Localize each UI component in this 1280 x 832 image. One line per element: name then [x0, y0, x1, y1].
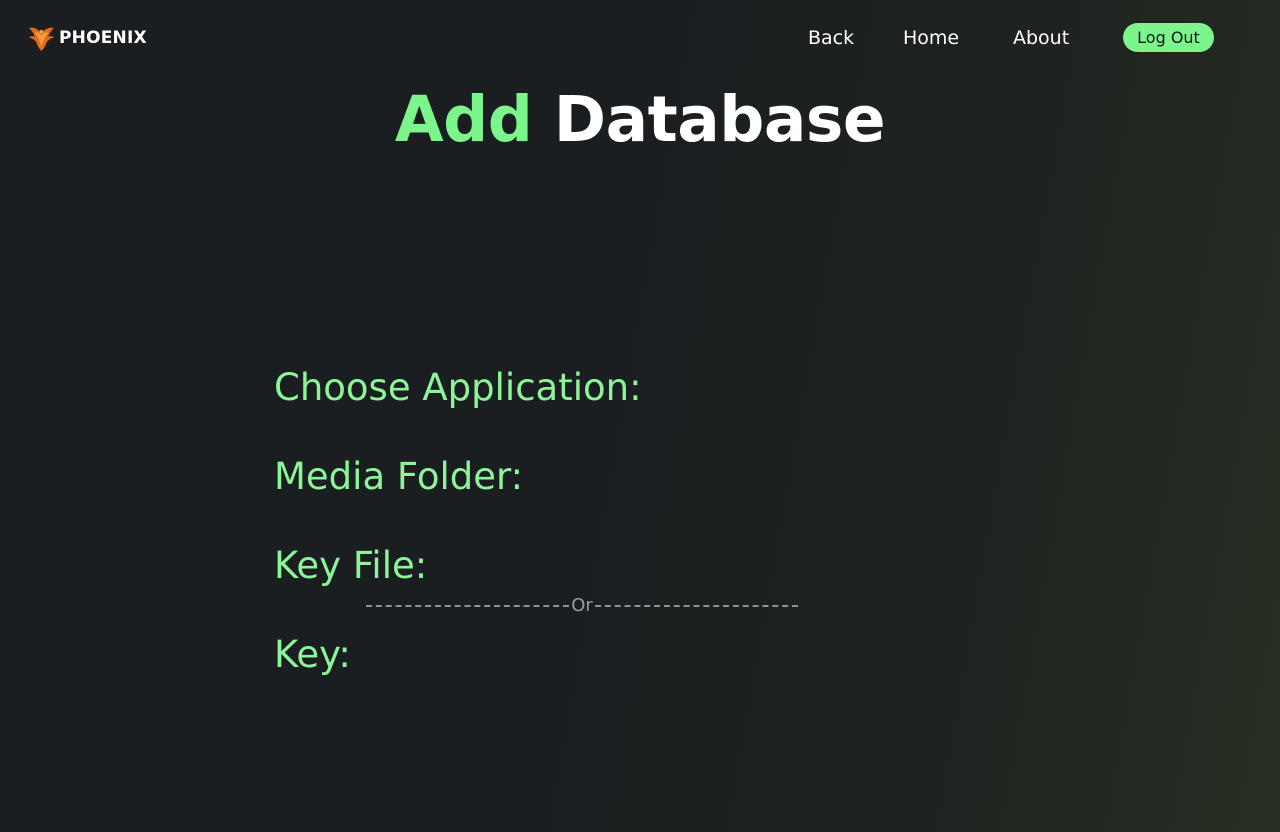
nav-about-link[interactable]: About	[1013, 22, 1069, 54]
nav-home-link[interactable]: Home	[903, 22, 959, 54]
divider-line-right	[594, 605, 799, 607]
or-divider: Or	[366, 593, 799, 619]
phoenix-logo-icon	[28, 25, 55, 52]
key-label: Key:	[274, 633, 351, 676]
nav-back-link[interactable]: Back	[808, 22, 854, 54]
choose-application-label: Choose Application:	[274, 366, 642, 409]
logout-button[interactable]: Log Out	[1123, 23, 1214, 52]
brand-name: PHOENIX	[59, 28, 147, 48]
divider-text: Or	[571, 595, 593, 616]
page-title-accent: Add	[394, 83, 533, 156]
brand[interactable]: PHOENIX	[28, 23, 147, 53]
key-file-label: Key File:	[274, 544, 428, 587]
divider-line-left	[366, 605, 570, 607]
page-title-main: Database	[553, 83, 886, 156]
page-title: Add Database	[0, 76, 1280, 164]
media-folder-label: Media Folder:	[274, 455, 524, 498]
